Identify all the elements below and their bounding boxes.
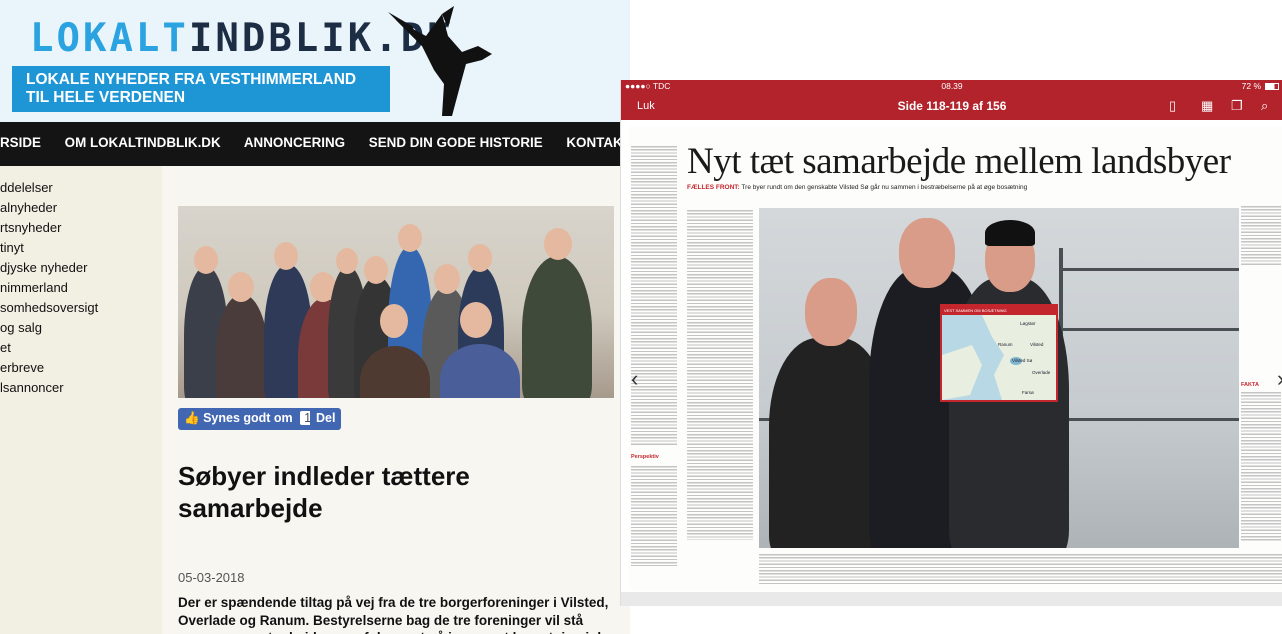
sidebar-item-sportsnyheder[interactable]: rtsnyheder bbox=[0, 218, 162, 238]
sidebar-item-begivenhedsoversigt[interactable]: somhedsoversigt bbox=[0, 298, 162, 318]
pages-icon[interactable]: ❐ bbox=[1231, 98, 1243, 114]
map-town: Farsø bbox=[1022, 390, 1034, 395]
map-town: Vilsted Sø bbox=[1012, 358, 1033, 363]
search-icon[interactable]: ⌕ bbox=[1261, 98, 1268, 114]
map-town: Overlade bbox=[1032, 370, 1051, 375]
grid-view-icon[interactable]: ▦ bbox=[1201, 98, 1213, 114]
site-tagline: LOKALE NYHEDER FRA VESTHIMMERLAND TIL HE… bbox=[12, 66, 390, 112]
text-column bbox=[631, 146, 677, 446]
group-photo bbox=[178, 206, 614, 398]
text-column bbox=[1241, 392, 1281, 542]
newspaper-deck: FÆLLES FRONT: Tre byer rundt om den gens… bbox=[687, 184, 1028, 191]
ios-status-bar: ●●●●○ TDC 08.39 72 % bbox=[621, 80, 1282, 93]
site-sidebar: ddelelser alnyheder rtsnyheder tinyt djy… bbox=[0, 166, 162, 634]
text-column bbox=[631, 466, 677, 566]
next-page-chevron-icon[interactable]: › bbox=[1277, 366, 1282, 392]
nav-item-forside[interactable]: RSIDE bbox=[0, 135, 41, 150]
site-navigation: RSIDE OM LOKALTINDBLIK.DK ANNONCERING SE… bbox=[0, 122, 630, 166]
nav-item-send-historie[interactable]: SEND DIN GODE HISTORIE bbox=[369, 135, 543, 150]
text-column bbox=[687, 210, 753, 540]
battery-percent: 72 % bbox=[1241, 81, 1261, 91]
map-town: Ranum bbox=[998, 342, 1013, 347]
page-thumbnail-strip[interactable] bbox=[621, 592, 1282, 606]
text-column bbox=[759, 554, 1282, 586]
article-date: 05-03-2018 bbox=[178, 570, 245, 585]
map-title: VEST SAMMEN OM BOSÆTNING bbox=[942, 306, 1056, 315]
article-title: Søbyer indleder tættere samarbejde bbox=[178, 461, 470, 523]
text-column bbox=[1241, 206, 1281, 266]
nav-item-annoncering[interactable]: ANNONCERING bbox=[244, 135, 345, 150]
site-header: LOKALTINDBLIK.DK LOKALE NYHEDER FRA VEST… bbox=[0, 0, 630, 122]
article-area: 👍 Synes godt om 15 Del Søbyer indleder t… bbox=[162, 166, 630, 634]
thumbs-up-icon: 👍 bbox=[184, 411, 200, 425]
facebook-share-button[interactable]: Del bbox=[310, 408, 342, 430]
epaper-tablet-view: ●●●●○ TDC 08.39 72 % Luk Side 118-119 af… bbox=[620, 80, 1282, 606]
map-town: Løgstør bbox=[1020, 321, 1036, 326]
sidebar-item-koeb-og-salg[interactable]: og salg bbox=[0, 318, 162, 338]
nav-item-om[interactable]: OM LOKALTINDBLIK.DK bbox=[65, 135, 221, 150]
map-shape bbox=[942, 315, 1056, 400]
sidebar-item-laeserbreve[interactable]: erbreve bbox=[0, 358, 162, 378]
page-indicator: Side 118-119 af 156 bbox=[897, 99, 1007, 113]
sidebar-item-nordjyske[interactable]: djyske nyheder bbox=[0, 258, 162, 278]
sidebar-item-tinyt[interactable]: tinyt bbox=[0, 238, 162, 258]
reader-toolbar: Luk Side 118-119 af 156 ▯ ▦ ❐ ⌕ bbox=[621, 93, 1282, 120]
sidebar-item-et[interactable]: et bbox=[0, 338, 162, 358]
newspaper-headline: Nyt tæt samarbejde mellem landsbyer bbox=[687, 141, 1231, 182]
sidebar-item-lokalnyheder[interactable]: alnyheder bbox=[0, 198, 162, 218]
battery-icon bbox=[1265, 83, 1279, 90]
single-page-icon[interactable]: ▯ bbox=[1169, 98, 1176, 114]
facebook-like-button[interactable]: 👍 Synes godt om 15 bbox=[178, 408, 329, 430]
previous-page-chevron-icon[interactable]: ‹ bbox=[631, 366, 638, 392]
clock: 08.39 bbox=[941, 81, 963, 91]
website-view: LOKALTINDBLIK.DK LOKALE NYHEDER FRA VEST… bbox=[0, 0, 630, 634]
newspaper-spread: Perspektiv Nyt tæt samarbejde mellem lan… bbox=[629, 126, 1282, 590]
article-lead: Der er spændende tiltag på vej fra de tr… bbox=[178, 595, 609, 634]
screenshot-collage: LOKALTINDBLIK.DK LOKALE NYHEDER FRA VEST… bbox=[0, 0, 1282, 634]
sidebar-item-meddelelser[interactable]: ddelelser bbox=[0, 178, 162, 198]
sidebar-item-doedsannoncer[interactable]: lsannoncer bbox=[0, 378, 162, 398]
map-town: Vilsted bbox=[1030, 342, 1044, 347]
heron-logo-icon bbox=[388, 6, 492, 116]
fakta-heading: FAKTA bbox=[1241, 382, 1259, 388]
section-label: Perspektiv bbox=[631, 454, 659, 460]
sidebar-item-vesthimmerland[interactable]: nimmerland bbox=[0, 278, 162, 298]
inset-map: VEST SAMMEN OM BOSÆTNING Løgstør Ranum V… bbox=[940, 304, 1058, 402]
